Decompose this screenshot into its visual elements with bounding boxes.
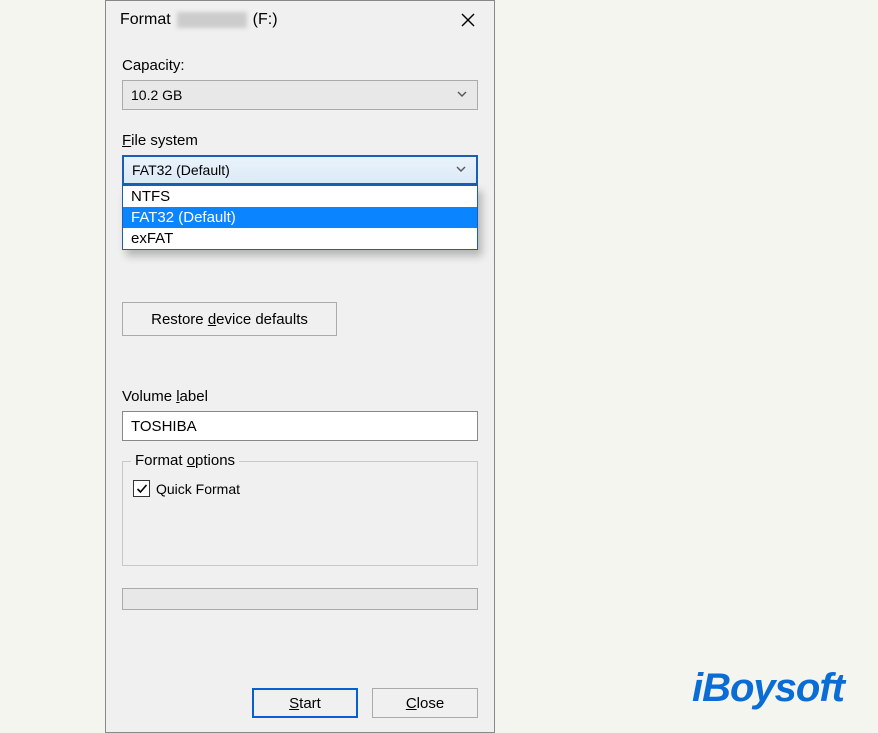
close-button[interactable]: Close xyxy=(372,688,478,718)
close-icon[interactable] xyxy=(452,4,484,36)
progress-bar xyxy=(122,588,478,610)
format-options-group: Format options Quick Format xyxy=(122,461,478,566)
quick-format-row: Quick Format xyxy=(133,480,467,497)
filesystem-option-ntfs[interactable]: NTFS xyxy=(123,186,477,207)
volume-label-input[interactable] xyxy=(122,411,478,441)
filesystem-value: FAT32 (Default) xyxy=(132,162,230,178)
start-button[interactable]: Start xyxy=(252,688,358,718)
filesystem-dropdown[interactable]: FAT32 (Default) xyxy=(122,155,478,185)
capacity-dropdown[interactable]: 10.2 GB xyxy=(122,80,478,110)
title-text-group: Format (F:) xyxy=(120,11,278,29)
titlebar: Format (F:) xyxy=(106,1,494,41)
restore-defaults-button[interactable]: Restore device defaults xyxy=(122,302,337,336)
filesystem-dropdown-list: NTFS FAT32 (Default) exFAT xyxy=(122,185,478,250)
filesystem-option-fat32[interactable]: FAT32 (Default) xyxy=(123,207,477,228)
chevron-down-icon xyxy=(454,162,468,179)
button-row: Start Close xyxy=(106,670,494,732)
title-redacted xyxy=(177,12,247,28)
chevron-down-icon xyxy=(455,87,469,104)
filesystem-label: File system xyxy=(122,132,478,149)
quick-format-label: Quick Format xyxy=(156,481,240,497)
volume-label-label: Volume label xyxy=(122,388,478,405)
capacity-label: Capacity: xyxy=(122,57,478,74)
title-drive: (F:) xyxy=(253,11,278,29)
watermark-logo: iBoysoft xyxy=(692,666,844,711)
format-options-legend: Format options xyxy=(131,452,239,469)
format-dialog: Format (F:) Capacity: 10.2 GB File syste… xyxy=(105,0,495,733)
dialog-body: Capacity: 10.2 GB File system FAT32 (Def… xyxy=(106,41,494,670)
quick-format-checkbox[interactable] xyxy=(133,480,150,497)
title-prefix: Format xyxy=(120,11,171,29)
capacity-value: 10.2 GB xyxy=(131,87,182,103)
filesystem-option-exfat[interactable]: exFAT xyxy=(123,228,477,249)
